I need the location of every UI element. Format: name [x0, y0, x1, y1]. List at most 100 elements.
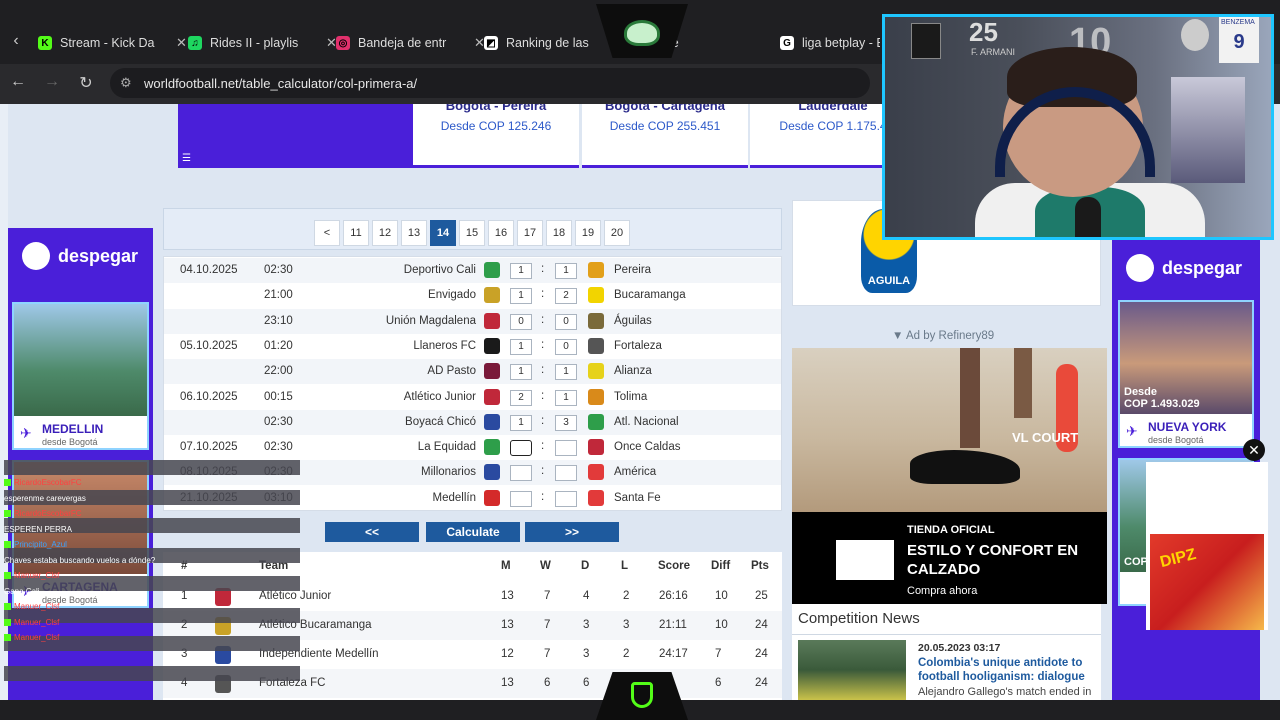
page-button-18[interactable]: 18	[546, 220, 572, 246]
kick-badge-icon	[4, 541, 11, 549]
ad-cta[interactable]: Compra ahora	[907, 585, 977, 597]
away-crest-icon	[588, 439, 604, 456]
away-goals-input[interactable]	[555, 465, 577, 482]
page-button-13[interactable]: 13	[401, 220, 427, 246]
home-team[interactable]: Atlético Junior	[404, 391, 476, 403]
away-goals-input[interactable]: 1	[555, 389, 577, 406]
previous-round-button[interactable]: <<	[325, 522, 419, 542]
chat-username[interactable]: RicardoEscobarFC	[14, 509, 82, 518]
away-goals-input[interactable]: 1	[555, 263, 577, 279]
home-goals-input[interactable]: 1	[510, 414, 532, 431]
away-goals-input[interactable]: 0	[555, 338, 577, 355]
reload-icon[interactable]: ↻	[76, 73, 96, 93]
ad-card-medellin[interactable]: ✈ MEDELLIN desde Bogotá	[12, 302, 149, 450]
home-team[interactable]: Millonarios	[421, 466, 476, 478]
away-team[interactable]: Atl. Nacional	[614, 416, 679, 428]
home-team[interactable]: Envigado	[428, 289, 476, 301]
adidas-ad[interactable]: VL COURT TIENDA OFICIAL ESTILO Y CONFORT…	[792, 348, 1107, 604]
col-losses: L	[621, 560, 629, 572]
browser-tab[interactable]: Gliga betplay - B	[780, 28, 880, 58]
home-goals-input[interactable]: 2	[510, 389, 532, 406]
away-goals-input[interactable]	[555, 440, 577, 457]
page-button-19[interactable]: 19	[575, 220, 601, 246]
back-icon[interactable]: ←	[8, 73, 28, 91]
site-settings-icon[interactable]: ⚙	[120, 75, 132, 91]
away-goals-input[interactable]: 1	[555, 364, 577, 381]
news-thumbnail[interactable]	[798, 640, 906, 700]
chat-username[interactable]: Manuer_Clsf	[14, 618, 59, 627]
home-goals-input[interactable]	[510, 490, 532, 507]
away-team[interactable]: Fortaleza	[614, 340, 662, 352]
home-team[interactable]: Medellín	[433, 492, 476, 504]
home-goals-input[interactable]: 1	[510, 263, 532, 279]
menu-icon[interactable]: ☰	[182, 153, 191, 164]
chat-username[interactable]: Manuer_Clsf	[14, 571, 59, 580]
chat-username[interactable]: Principito_Azul	[14, 540, 67, 549]
page-button-14[interactable]: 14	[430, 220, 456, 246]
away-team[interactable]: Águilas	[614, 315, 652, 327]
ad-slogan: VL COURT	[1012, 430, 1079, 445]
home-team[interactable]: Deportivo Cali	[404, 264, 476, 276]
home-goals-input[interactable]	[510, 465, 532, 482]
browser-tab[interactable]: ◩ Ranking de las	[484, 28, 608, 58]
away-team[interactable]: Bucaramanga	[614, 289, 686, 301]
page-button-15[interactable]: 15	[459, 220, 485, 246]
home-goals-input[interactable]: 0	[510, 313, 532, 330]
away-team[interactable]: Pereira	[614, 264, 651, 276]
ad-card-nueva-york[interactable]: Desde COP 1.493.029 ✈ NUEVA YORK desde B…	[1118, 300, 1254, 448]
home-team[interactable]: AD Pasto	[427, 365, 476, 377]
news-headline-link[interactable]: Colombia's unique antidote to football h…	[918, 656, 1098, 684]
kick-badge-icon	[4, 572, 11, 580]
away-team[interactable]: Once Caldas	[614, 441, 680, 453]
tab-close-icon[interactable]: ✕	[176, 35, 187, 51]
home-team[interactable]: Llaneros FC	[413, 340, 476, 352]
page-button-11[interactable]: 11	[343, 220, 369, 246]
away-team[interactable]: América	[614, 466, 656, 478]
page-button-12[interactable]: 12	[372, 220, 398, 246]
col-points: Pts	[751, 560, 769, 572]
chat-username[interactable]: Manuer_Clsf	[14, 633, 59, 642]
fixture-time: 02:30	[264, 441, 293, 454]
home-team[interactable]: Unión Magdalena	[386, 315, 476, 327]
away-team[interactable]: Tolima	[614, 391, 647, 403]
page-prev-button[interactable]: <	[314, 220, 340, 246]
away-team[interactable]: Alianza	[614, 365, 652, 377]
flight-offer-card[interactable]: Bogotá - Pereira Desde COP 125.246	[413, 104, 579, 168]
browser-tab[interactable]: K Stream - Kick Da	[38, 28, 172, 58]
page-button-20[interactable]: 20	[604, 220, 630, 246]
browser-tab[interactable]: ◎ Bandeja de entr	[336, 28, 470, 58]
fixture-row: 21:00 Envigado 1:2 Bucaramanga	[164, 283, 781, 308]
browser-tab[interactable]: ♫ Rides II - playlis	[188, 28, 322, 58]
flight-price: Desde COP 255.451	[609, 119, 721, 133]
competition-news: Competition News 20.05.2023 03:17 Colomb…	[792, 604, 1101, 700]
away-team[interactable]: Santa Fe	[614, 492, 661, 504]
flight-offer-card[interactable]: Bogotá - Cartagena Desde COP 255.451	[582, 104, 748, 168]
page-button-17[interactable]: 17	[517, 220, 543, 246]
url-bar[interactable]: ⚙ worldfootball.net/table_calculator/col…	[110, 68, 870, 98]
chat-username[interactable]: RicardoEscobarFC	[14, 478, 82, 487]
home-goals-input[interactable]: 1	[510, 338, 532, 355]
away-crest-icon	[588, 363, 604, 380]
close-icon[interactable]: ✕	[1243, 439, 1265, 461]
calculate-button[interactable]: Calculate	[426, 522, 520, 542]
away-goals-input[interactable]: 0	[555, 313, 577, 330]
score-separator: :	[541, 364, 545, 377]
next-round-button[interactable]: >>	[525, 522, 619, 542]
tab-scroll-icon[interactable]: ‹	[6, 32, 26, 50]
home-team[interactable]: La Equidad	[418, 441, 476, 453]
away-goals-input[interactable]: 3	[555, 414, 577, 431]
chat-username[interactable]: Manuer_Clsf	[14, 602, 59, 611]
cell-w: 7	[544, 648, 551, 660]
home-goals-input[interactable]: 1	[510, 364, 532, 381]
away-goals-input[interactable]	[555, 490, 577, 507]
home-team[interactable]: Boyacá Chicó	[405, 416, 476, 428]
ad-attribution[interactable]: ▼ Ad by Refinery89	[892, 330, 994, 342]
away-goals-input[interactable]: 2	[555, 288, 577, 305]
home-goals-input[interactable]	[510, 440, 532, 457]
popup-ad[interactable]: DIPZ	[1146, 462, 1268, 630]
home-crest-icon	[484, 262, 500, 278]
plane-icon: ✈	[1126, 423, 1138, 439]
home-goals-input[interactable]: 1	[510, 288, 532, 305]
page-button-16[interactable]: 16	[488, 220, 514, 246]
forward-icon[interactable]: →	[42, 73, 62, 91]
